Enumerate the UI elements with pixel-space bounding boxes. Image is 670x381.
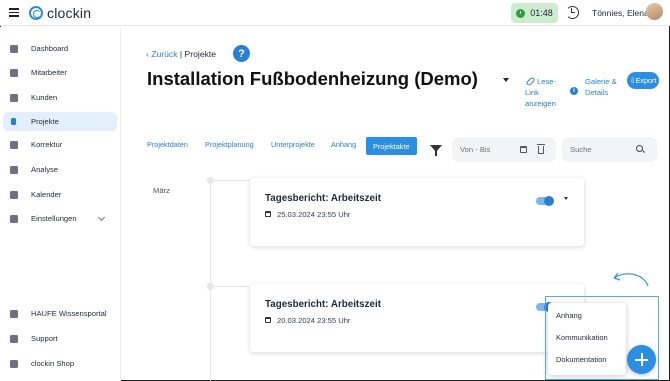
entry-title: Tagesbericht: Arbeitszeit	[265, 299, 381, 310]
calendar-icon	[10, 190, 18, 199]
page-title: Installation Fußbodenheizung (Demo)	[147, 68, 478, 89]
entry-date: 20.03.2024 23:55 Uhr	[277, 316, 351, 325]
help-icon[interactable]: ?	[233, 45, 250, 62]
sidebar-item-shop[interactable]: clockin Shop	[3, 354, 117, 373]
sidebar-item-label: Support	[31, 334, 58, 343]
back-link-label: Zurück	[151, 49, 178, 59]
add-button[interactable]	[627, 345, 656, 374]
dashboard-icon	[10, 44, 18, 53]
export-button[interactable]: ⇩ Export	[627, 72, 659, 89]
sidebar-item-mitarbeiter[interactable]: Mitarbeiter	[3, 63, 117, 82]
users-icon	[10, 68, 18, 77]
tab-anhang[interactable]: Anhang	[331, 140, 356, 149]
tab-projektdaten[interactable]: Projektdaten	[147, 140, 188, 149]
gallery-details-link[interactable]: Galerie & Details	[585, 76, 625, 98]
tab-projektplanung[interactable]: Projektplanung	[205, 140, 254, 149]
sidebar-item-kunden[interactable]: Kunden	[3, 88, 117, 107]
menu-item-kommunikation[interactable]: Kommunikation	[556, 333, 608, 342]
timer-value: 01:48	[530, 8, 553, 18]
analytics-icon	[10, 165, 18, 174]
menu-item-dokumentation[interactable]: Dokumentation	[556, 355, 606, 364]
calendar-icon	[265, 317, 271, 323]
sidebar: Dashboard Mitarbeiter Kunden Projekte Ko…	[0, 27, 121, 381]
sidebar-item-haufe[interactable]: HAUFE Wissensportal	[3, 304, 117, 323]
sidebar-item-label: Einstellungen	[31, 214, 77, 223]
info-icon: i	[570, 87, 578, 95]
calendar-icon[interactable]	[520, 146, 527, 153]
timeline-connector	[214, 286, 250, 287]
sidebar-item-support[interactable]: Support	[3, 329, 117, 348]
gear-icon	[10, 214, 18, 223]
sidebar-item-analyse[interactable]: Analyse	[3, 160, 117, 179]
entry-title: Tagesbericht: Arbeitszeit	[265, 193, 381, 204]
sidebar-item-label: Mitarbeiter	[31, 68, 67, 77]
timeline-connector	[214, 180, 250, 181]
menu-icon[interactable]	[9, 8, 19, 17]
sidebar-item-dashboard[interactable]: Dashboard	[3, 39, 117, 58]
clockin-logo-icon	[29, 6, 43, 20]
calendar-icon	[265, 211, 271, 217]
tab-unterprojekte[interactable]: Unterprojekte	[271, 140, 315, 149]
sidebar-item-korrektur[interactable]: Korrektur	[3, 135, 117, 154]
history-icon[interactable]	[566, 6, 579, 19]
visibility-toggle[interactable]	[536, 196, 554, 206]
running-timer[interactable]: 01:48	[511, 3, 558, 23]
sidebar-item-kalender[interactable]: Kalender	[3, 185, 117, 204]
sidebar-item-label: Kunden	[31, 93, 58, 102]
fab-dropdown-menu: Anhang Kommunikation Dokumentation	[548, 303, 626, 375]
timeline-dot	[207, 283, 214, 290]
menu-item-anhang[interactable]: Anhang	[556, 311, 582, 320]
timeline-line	[210, 181, 211, 381]
chat-icon	[10, 334, 18, 343]
app-logo[interactable]: clockin	[29, 5, 91, 21]
sidebar-item-label: Analyse	[31, 165, 59, 174]
sidebar-item-projekte[interactable]: Projekte	[3, 112, 117, 131]
search-field	[562, 137, 657, 162]
chevron-down-icon	[97, 213, 106, 222]
trash-icon[interactable]	[537, 144, 545, 154]
sidebar-item-label: Kalender	[31, 190, 62, 199]
export-label: Export	[635, 76, 657, 85]
logo-text: clockin	[47, 5, 92, 21]
timeline-dot	[207, 177, 214, 184]
read-link-button[interactable]: Lese-Link anzeigen	[525, 76, 565, 109]
month-label: März	[153, 186, 170, 195]
date-range-placeholder: Von - Bis	[460, 145, 491, 154]
tab-projektakte[interactable]: Projektakte	[366, 137, 417, 155]
user-name[interactable]: Tönnies, Elena	[592, 8, 649, 18]
clock-icon	[516, 8, 526, 18]
search-input[interactable]	[562, 137, 637, 162]
sidebar-item-einstellungen[interactable]: Einstellungen	[3, 209, 117, 228]
book-icon	[10, 309, 18, 318]
breadcrumb-current: Projekte	[184, 49, 217, 59]
breadcrumb: ‹ Zurück | Projekte	[146, 49, 216, 59]
search-icon[interactable]	[636, 145, 643, 152]
timeline-entry-card[interactable]: Tagesbericht: Arbeitszeit 20.03.2024 23:…	[250, 284, 584, 352]
handshake-icon	[10, 93, 18, 102]
edit-icon	[10, 140, 18, 149]
date-range-field[interactable]: Von - Bis	[452, 137, 556, 162]
caret-down-icon[interactable]	[503, 78, 509, 82]
sidebar-item-label: Projekte	[31, 117, 59, 126]
project-icon	[11, 118, 16, 125]
top-bar: clockin 01:48 Tönnies, Elena	[0, 0, 670, 26]
sidebar-item-label: HAUFE Wissensportal	[31, 309, 107, 318]
avatar[interactable]	[646, 3, 663, 20]
sidebar-item-label: Korrektur	[31, 140, 63, 149]
back-link[interactable]: ‹ Zurück	[146, 49, 178, 59]
breadcrumb-separator: |	[179, 49, 183, 59]
sidebar-item-label: Dashboard	[31, 44, 69, 53]
cart-icon	[10, 359, 18, 368]
entry-date: 25.03.2024 23:55 Uhr	[277, 210, 351, 219]
caret-down-icon[interactable]	[564, 197, 568, 200]
sidebar-item-label: clockin Shop	[31, 359, 75, 368]
timeline-entry-card[interactable]: Tagesbericht: Arbeitszeit 25.03.2024 23:…	[250, 178, 584, 246]
filter-icon[interactable]	[430, 145, 442, 156]
